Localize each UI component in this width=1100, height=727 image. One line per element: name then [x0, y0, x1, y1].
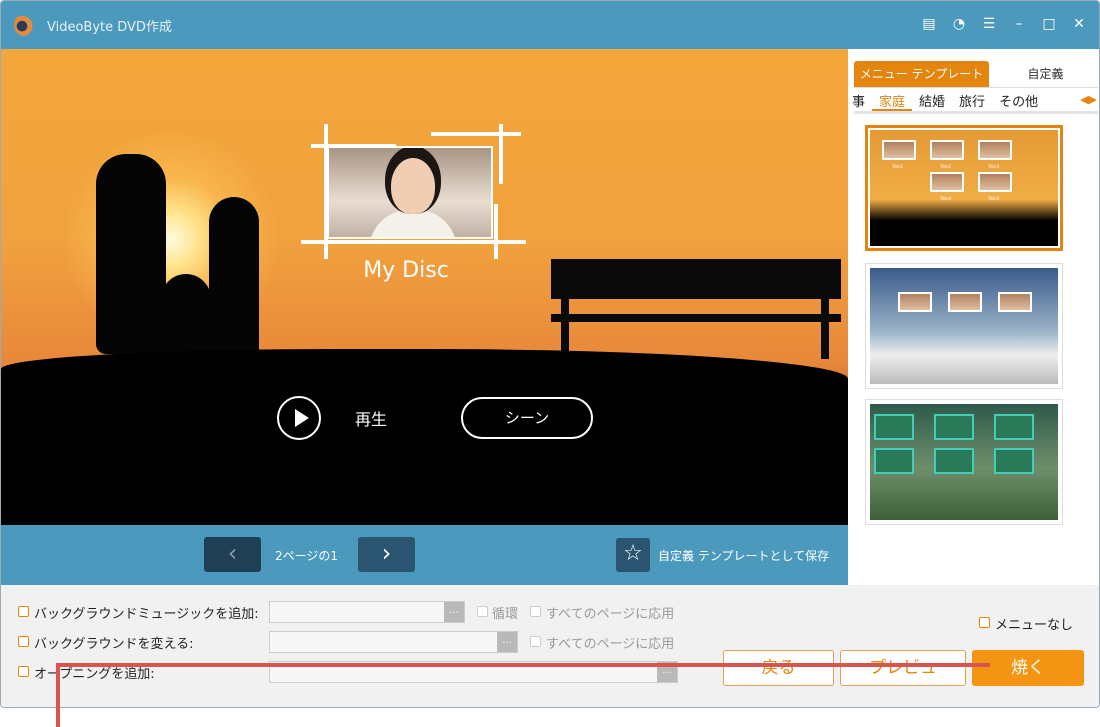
prev-page-button[interactable]: ‹ [204, 537, 261, 572]
thumb-title: Title1 [892, 164, 903, 169]
category-travel[interactable]: 旅行 [952, 91, 992, 111]
bg-change-input[interactable]: ... [269, 631, 518, 653]
template-thumbnail-family-beach[interactable] [865, 263, 1063, 389]
app-logo-icon [14, 14, 34, 36]
minimize-icon[interactable]: – [1011, 15, 1027, 33]
music-apply-all-label: すべてのページに応用 [546, 603, 674, 622]
browse-button[interactable]: ... [444, 602, 464, 622]
bg-change-label: バックグラウンドを変える: [34, 633, 193, 652]
thumb-title: Title3 [988, 164, 999, 169]
annotation-line [56, 663, 990, 667]
ground [1, 349, 848, 525]
burn-button[interactable]: 焼く [972, 650, 1084, 686]
bg-music-checkbox[interactable] [18, 606, 29, 617]
page-indicator: 2ページの1 [275, 547, 338, 564]
bg-music-input[interactable]: ... [269, 601, 465, 623]
silhouette-adult [96, 154, 166, 354]
thumb-title: Title2 [940, 164, 951, 169]
category-wedding[interactable]: 結婚 [912, 91, 952, 111]
play-label[interactable]: 再生 [355, 406, 387, 430]
disc-title[interactable]: My Disc [301, 258, 511, 283]
bg-apply-all-checkbox[interactable] [530, 636, 541, 647]
bg-change-checkbox[interactable] [18, 636, 29, 647]
bg-apply-all-label: すべてのページに応用 [546, 633, 674, 652]
preview-button[interactable]: プレビュ [840, 650, 966, 686]
close-icon[interactable]: ✕ [1071, 15, 1087, 33]
category-event[interactable]: 事 [848, 91, 872, 111]
category-scroll-arrows-icon[interactable]: ◀▶ [1080, 93, 1097, 106]
tab-custom[interactable]: 自定義 [998, 61, 1093, 87]
play-button[interactable] [277, 396, 321, 440]
category-tabs: 事 家庭 結婚 旅行 その他 [848, 91, 1100, 111]
bench [551, 259, 841, 359]
loop-checkbox[interactable] [477, 606, 488, 617]
register-icon[interactable]: ☰ [981, 15, 997, 33]
category-family[interactable]: 家庭 [872, 91, 912, 111]
loop-label: 循環 [492, 603, 518, 622]
title-bar: VideoByte DVD作成 ▤ ◔ ☰ – □ ✕ [1, 1, 1100, 49]
template-sidebar: メニュー テンプレート 自定義 事 家庭 結婚 旅行 その他 ◀▶ Title1… [848, 49, 1100, 585]
opening-checkbox[interactable] [18, 666, 29, 677]
thumbnail-photo[interactable] [327, 146, 493, 239]
thumb-title: Title5 [988, 196, 999, 201]
silhouette-child [161, 274, 211, 359]
no-menu-checkbox[interactable] [979, 617, 990, 628]
bg-music-label: バックグラウンドミュージックを追加: [34, 603, 259, 622]
maximize-icon[interactable]: □ [1041, 15, 1057, 33]
tab-menu-template[interactable]: メニュー テンプレート [854, 61, 989, 87]
silhouette-child [209, 197, 259, 357]
music-apply-all-checkbox[interactable] [530, 606, 541, 617]
annotation-line [56, 663, 60, 727]
menu-preview: My Disc 再生 シーン [1, 49, 848, 525]
thumb-title: Title4 [940, 196, 951, 201]
options-panel: バックグラウンドミュージックを追加: ... 循環 すべてのページに応用 バック… [1, 585, 1100, 708]
save-template-link[interactable]: 自定義 テンプレートとして保存 [658, 547, 829, 564]
browse-button[interactable]: ... [497, 632, 517, 652]
template-thumbnail-family-park[interactable] [865, 399, 1063, 525]
next-page-button[interactable]: › [358, 537, 415, 572]
scene-button[interactable]: シーン [461, 397, 593, 439]
feedback-icon[interactable]: ◔ [951, 15, 967, 33]
no-menu-label: メニューなし [995, 614, 1073, 633]
template-thumbnail-family-sunset[interactable]: Title1 Title2 Title3 Title4 Title5 [865, 125, 1063, 251]
back-button[interactable]: 戻る [723, 650, 834, 686]
document-icon[interactable]: ▤ [921, 15, 937, 33]
app-title: VideoByte DVD作成 [47, 16, 172, 35]
star-icon[interactable]: ☆ [616, 538, 650, 572]
app-window: VideoByte DVD作成 ▤ ◔ ☰ – □ ✕ My Disc 再生 シ… [0, 0, 1100, 708]
category-other[interactable]: その他 [992, 91, 1045, 111]
page-navigation: ‹ 2ページの1 › ☆ 自定義 テンプレートとして保存 [1, 525, 848, 585]
